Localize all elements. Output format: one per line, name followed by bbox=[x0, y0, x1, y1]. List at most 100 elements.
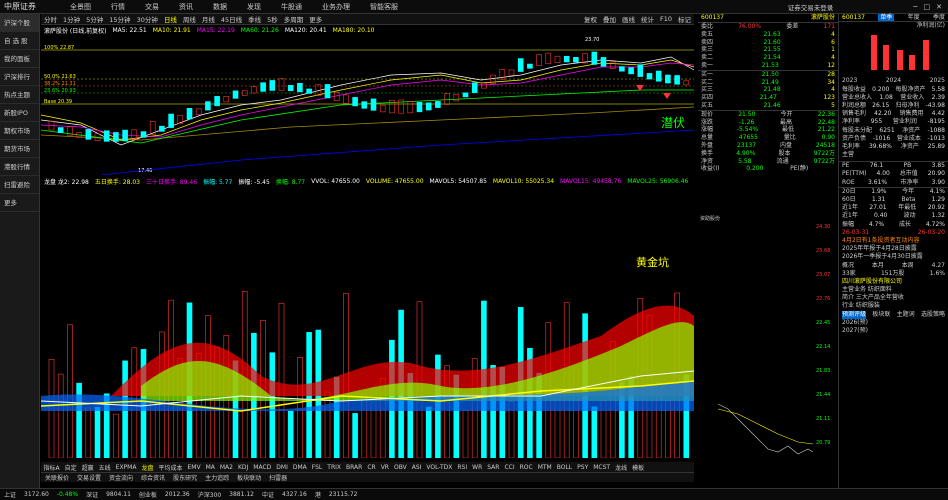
bottom-tab[interactable]: 综合资讯 bbox=[137, 473, 169, 482]
period-tab[interactable]: 多周期 bbox=[281, 14, 307, 24]
toolbar-button[interactable]: 画线 bbox=[619, 14, 638, 24]
indicator-tab[interactable]: OBV bbox=[391, 464, 409, 471]
rank-tab[interactable]: 本周 bbox=[902, 262, 914, 270]
sidebar-item[interactable]: 新股IPO bbox=[0, 104, 39, 122]
indicator-tab[interactable]: VOL-TDX bbox=[424, 464, 455, 471]
sidebar-item[interactable]: 热点主题 bbox=[0, 86, 39, 104]
menu-item[interactable]: 发现 bbox=[237, 2, 271, 12]
sidebar-item[interactable]: 沪深个股 bbox=[0, 14, 39, 32]
menu-item[interactable]: 行情 bbox=[101, 2, 135, 12]
tab-year[interactable]: 年度 bbox=[908, 14, 920, 21]
indicator-tab[interactable]: MA2 bbox=[217, 464, 235, 471]
menu-item[interactable]: 智能客服 bbox=[360, 2, 408, 12]
indicator-tab[interactable]: 超赢 bbox=[79, 463, 96, 472]
rank-tab[interactable]: 本月 bbox=[872, 262, 884, 270]
indicator-tab[interactable]: MCST bbox=[591, 464, 613, 471]
indicator-tab[interactable]: RSI bbox=[455, 464, 470, 471]
indicator-tab[interactable]: MTM bbox=[535, 464, 554, 471]
toolbar-button[interactable]: 统计 bbox=[638, 14, 657, 24]
menu-item[interactable]: 资讯 bbox=[169, 2, 203, 12]
period-tab[interactable]: 5分钟 bbox=[83, 14, 106, 24]
indicator-tab[interactable]: TRIX bbox=[325, 464, 344, 471]
indicator-tab[interactable]: CR bbox=[365, 464, 378, 471]
toolbar-button[interactable]: F10 bbox=[657, 15, 675, 23]
rating-tab[interactable]: 板块联 bbox=[872, 311, 890, 319]
indicator-tab[interactable]: BOLL bbox=[554, 464, 574, 471]
indicator-tab[interactable]: DMA bbox=[290, 464, 309, 471]
indicator-chart[interactable]: 黄金坑 bbox=[41, 196, 694, 458]
period-tab[interactable]: 月线 bbox=[199, 14, 218, 24]
indicator-tab[interactable]: SAR bbox=[485, 464, 502, 471]
period-tab[interactable]: 分时 bbox=[41, 14, 60, 24]
indicator-tab[interactable]: 五线 bbox=[96, 463, 113, 472]
bottom-tab[interactable]: 关联报价 bbox=[41, 473, 73, 482]
indicator-tab[interactable]: EXPMA bbox=[113, 464, 139, 471]
bottom-tab[interactable]: 板块联动 bbox=[233, 473, 265, 482]
period-tab[interactable]: 5秒 bbox=[264, 14, 281, 24]
sidebar-item[interactable]: 扫雷避险 bbox=[0, 176, 39, 194]
menu-item[interactable]: 数据 bbox=[203, 2, 237, 12]
tab-season[interactable]: 季度 bbox=[933, 14, 945, 21]
sidebar-item[interactable]: 自 选 股 bbox=[0, 32, 39, 50]
sidebar-item[interactable]: 港股行情 bbox=[0, 158, 39, 176]
indicator-tab[interactable]: BRAR bbox=[344, 464, 365, 471]
rank-tab[interactable]: 4.27 bbox=[932, 262, 945, 270]
period-tab[interactable]: 15分钟 bbox=[106, 14, 133, 24]
maximize-icon[interactable]: □ bbox=[924, 3, 931, 11]
indicator-tab[interactable]: CCI bbox=[502, 464, 517, 471]
indicator-tab[interactable]: 龙盘 bbox=[139, 463, 156, 472]
rating-tab[interactable]: 预测评级 bbox=[842, 310, 867, 319]
bottom-tab[interactable]: 交易设置 bbox=[73, 473, 105, 482]
indicator-tab[interactable]: VR bbox=[378, 464, 391, 471]
sidebar-item[interactable]: 期权市场 bbox=[0, 122, 39, 140]
toolbar-button[interactable]: 叠加 bbox=[600, 14, 619, 24]
bottom-tab[interactable]: 扫雷器 bbox=[265, 473, 291, 482]
period-tab[interactable]: 更多 bbox=[306, 14, 325, 24]
indicator-tab[interactable]: 自定 bbox=[62, 463, 79, 472]
rating-tab[interactable]: 选股策略 bbox=[921, 311, 945, 319]
indicator-tab[interactable]: KDJ bbox=[235, 464, 250, 471]
kline-chart[interactable]: 100% 22.87 50.0% 21.63 38.2% 21.31 23.6%… bbox=[41, 35, 694, 175]
note-item[interactable]: 2026年一季报于4月30日披露 bbox=[839, 253, 948, 261]
indicator-tab[interactable]: 龙线 bbox=[613, 463, 630, 472]
indicator-tab[interactable]: WR bbox=[470, 464, 485, 471]
period-tab[interactable]: 周线 bbox=[180, 14, 199, 24]
indicator-tab[interactable]: ASI bbox=[409, 464, 424, 471]
period-tab[interactable]: 季线 bbox=[245, 14, 264, 24]
menu-item[interactable]: 全景图 bbox=[60, 2, 101, 12]
sidebar-item[interactable]: 更多 bbox=[0, 194, 39, 212]
period-tab[interactable]: 30分钟 bbox=[134, 14, 161, 24]
rating-tab[interactable]: 主题词 bbox=[897, 311, 915, 319]
tab-quarter[interactable]: 单季 bbox=[878, 14, 895, 22]
sidebar-item[interactable]: 期货市场 bbox=[0, 140, 39, 158]
period-tab[interactable]: 日线 bbox=[161, 14, 180, 24]
period-tab[interactable]: 45日线 bbox=[218, 14, 245, 24]
menu-item[interactable]: 交易 bbox=[135, 2, 169, 12]
login-status[interactable]: 证券交易未登录 bbox=[788, 2, 834, 12]
minimize-icon[interactable]: ─ bbox=[913, 3, 917, 11]
menu-item[interactable]: 业务办理 bbox=[312, 2, 360, 12]
sidebar-item[interactable]: 沪深排行 bbox=[0, 68, 39, 86]
mini-chart[interactable]: 资助股份 24.30 23.68 23.07 22.76 22.45 22.14 21.83… bbox=[698, 214, 838, 476]
toolbar-button[interactable]: 标记 bbox=[675, 14, 694, 24]
indicator-tab[interactable]: 指标A bbox=[41, 463, 62, 472]
bottom-tab[interactable]: 主力追踪 bbox=[201, 473, 233, 482]
indicator-tab[interactable]: 模板 bbox=[630, 463, 647, 472]
menu-item[interactable]: 牛股通 bbox=[271, 2, 312, 12]
bottom-tab[interactable]: 股东研究 bbox=[169, 473, 201, 482]
indicator-tab[interactable]: DMI bbox=[274, 464, 291, 471]
indicator-tab[interactable]: 平均成本 bbox=[156, 463, 185, 472]
period-tab[interactable]: 1分钟 bbox=[60, 14, 83, 24]
close-icon[interactable]: ✕ bbox=[936, 3, 942, 11]
indicator-tab[interactable]: MA bbox=[203, 464, 217, 471]
indicator-tab[interactable]: EMV bbox=[185, 464, 203, 471]
indicator-tab[interactable]: ROC bbox=[517, 464, 535, 471]
bottom-tab[interactable]: 资金流向 bbox=[105, 473, 137, 482]
indicator-tab[interactable]: PSY bbox=[575, 464, 591, 471]
indicator-tab[interactable]: FSL bbox=[309, 464, 325, 471]
indicator-tab[interactable]: MACD bbox=[251, 464, 274, 471]
note-item[interactable]: 4月2日有1条投资者互动内容 bbox=[839, 237, 948, 245]
toolbar-button[interactable]: 复权 bbox=[581, 14, 600, 24]
rank-tab[interactable]: 概况 bbox=[842, 262, 854, 270]
sidebar-item[interactable]: 我的面板 bbox=[0, 50, 39, 68]
